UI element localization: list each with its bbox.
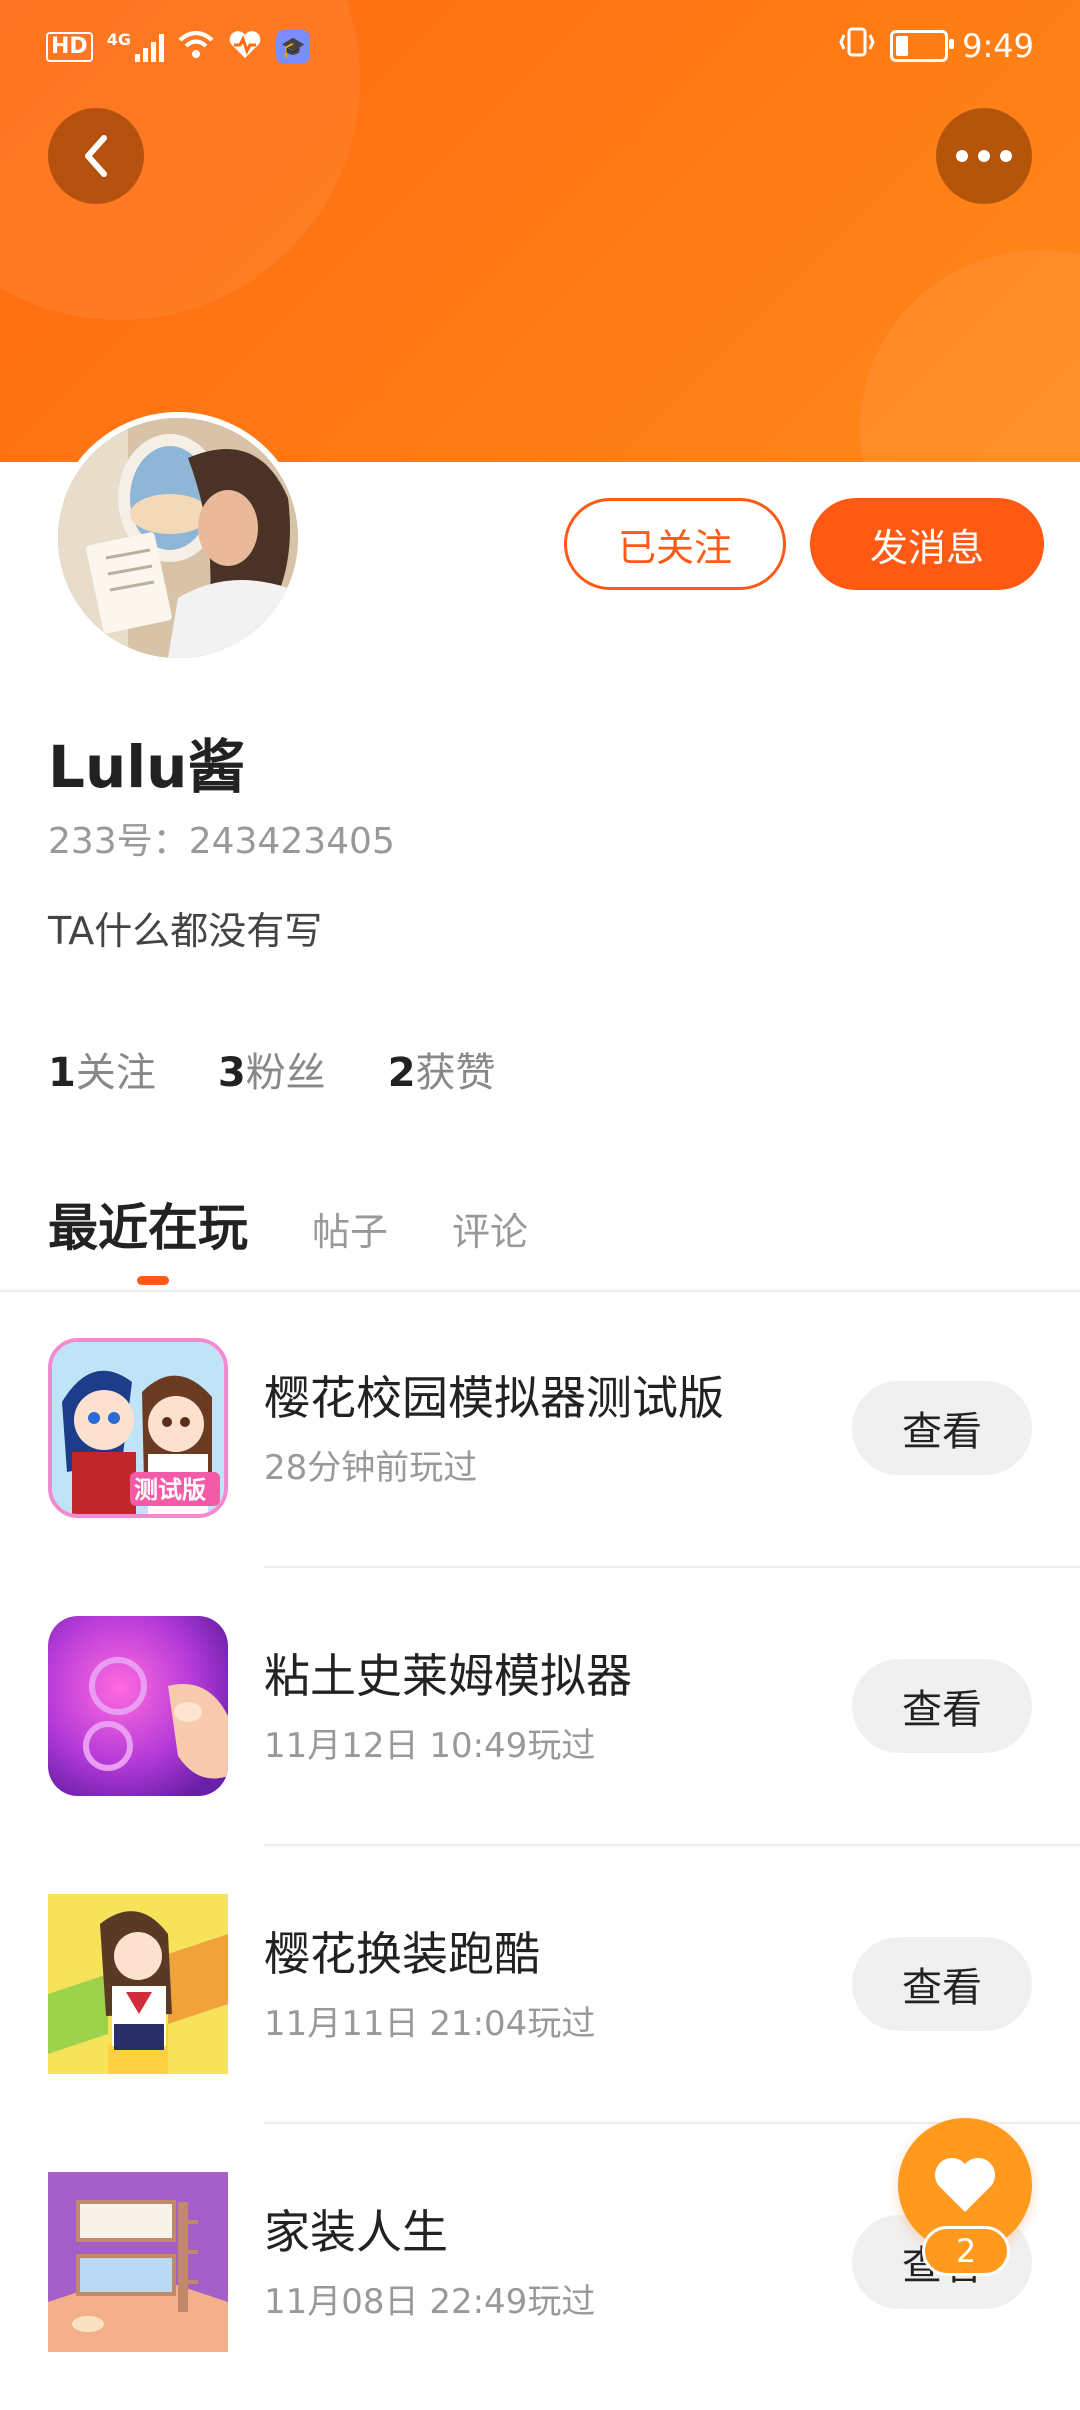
tab-recently-played[interactable]: 最近在玩 [48,1188,248,1260]
stat-following[interactable]: 1关注 [48,1040,156,1098]
game-list-item[interactable]: 粘土史莱姆模拟器 11月12日 10:49玩过 查看 [0,1576,1080,1854]
view-button[interactable]: 查看 [852,1659,1032,1753]
wifi-icon [178,30,214,64]
stat-likes[interactable]: 2获赞 [388,1040,496,1098]
status-bar: HD 4G 🎓 9:49 [0,0,1080,96]
user-name: Lulu酱 [48,733,246,801]
like-count-badge: 2 [922,2226,1010,2276]
game-played-time: 11月08日 22:49玩过 [264,2282,596,2322]
battery-icon [890,30,955,62]
game-title: 樱花换装跑酷 [264,1927,540,1981]
more-button[interactable] [936,108,1032,204]
network-type: 4G [106,30,131,49]
game-played-time: 11月11日 21:04玩过 [264,2004,596,2044]
stat-label: 获赞 [415,1050,496,1096]
game-icon: 测试版 [48,1338,228,1518]
profile-stats: 1关注 3粉丝 2获赞 [48,1040,496,1098]
user-id: 233号：243423405 [48,821,395,862]
stat-fans[interactable]: 3粉丝 [218,1040,326,1098]
status-right: 9:49 [838,26,1034,66]
tab-posts[interactable]: 帖子 [312,1201,388,1256]
back-button[interactable] [48,108,144,204]
divider [264,1566,1080,1568]
status-left: HD 4G 🎓 [46,30,310,64]
chevron-left-icon [85,135,107,177]
view-button[interactable]: 查看 [852,1381,1032,1475]
tab-comments[interactable]: 评论 [452,1201,528,1256]
game-list-item[interactable]: 测试版 樱花校园模拟器测试版 28分钟前玩过 查看 [0,1298,1080,1576]
profile-tabs: 最近在玩 帖子 评论 [48,1188,528,1260]
send-message-button[interactable]: 发消息 [810,498,1044,590]
game-icon [48,2172,228,2352]
hd-indicator: HD [46,32,93,62]
vibrate-icon [838,26,876,66]
stat-label: 粉丝 [245,1050,326,1096]
stat-label: 关注 [75,1050,156,1096]
followed-button[interactable]: 已关注 [564,498,786,590]
stat-count: 1 [48,1050,76,1096]
stat-count: 2 [387,1050,416,1096]
game-title: 粘土史莱姆模拟器 [264,1649,632,1703]
banner-decoration [860,250,1080,462]
game-title: 樱花校园模拟器测试版 [264,1371,724,1425]
heart-rate-icon [228,30,262,64]
heart-icon [934,2157,996,2212]
test-version-badge: 测试版 [134,1476,206,1504]
view-button[interactable]: 查看 [852,1937,1032,2031]
avatar[interactable] [52,412,304,664]
user-bio: TA什么都没有写 [48,909,323,953]
more-horizontal-icon [956,150,1012,162]
divider [0,1290,1080,1292]
game-played-time: 11月12日 10:49玩过 [264,1726,596,1766]
game-played-time: 28分钟前玩过 [264,1448,478,1488]
stat-count: 3 [217,1050,246,1096]
game-icon [48,1894,228,2074]
game-icon [48,1616,228,1796]
divider [264,1844,1080,1846]
game-list-item[interactable]: 樱花换装跑酷 11月11日 21:04玩过 查看 [0,1854,1080,2132]
game-title: 家装人生 [264,2205,448,2259]
signal-icon [134,32,164,62]
app-notification-icon: 🎓 [275,30,310,64]
clock: 9:49 [962,27,1034,65]
tab-active-indicator [137,1276,169,1285]
